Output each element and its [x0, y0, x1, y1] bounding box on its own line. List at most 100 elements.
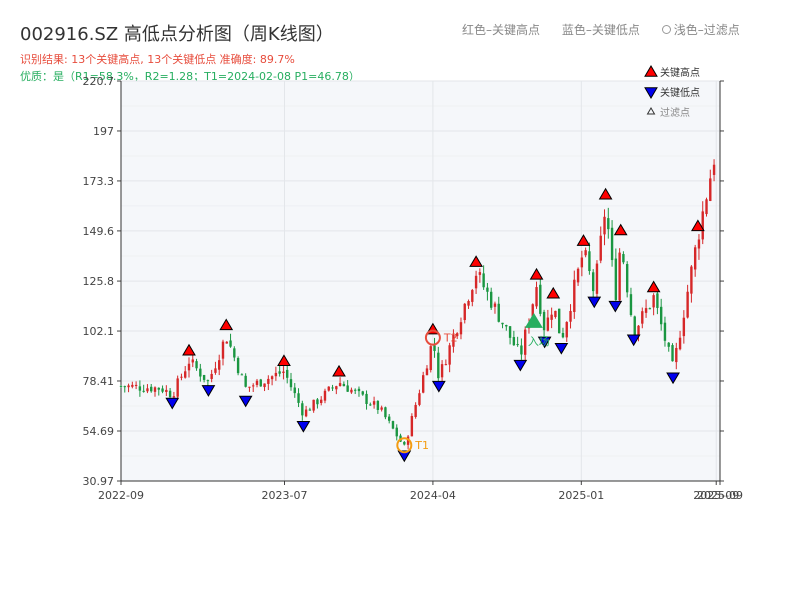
candle-body: [354, 389, 357, 391]
candle-body: [388, 416, 391, 421]
candle-body: [599, 235, 602, 261]
candle-body: [199, 368, 202, 377]
y-tick-label: 102.1: [83, 325, 115, 338]
candle-body: [652, 295, 655, 308]
candle-body: [372, 401, 376, 405]
candle-body: [361, 391, 364, 395]
candle-body: [180, 376, 183, 378]
candle-body: [671, 345, 674, 362]
candle-body: [236, 358, 240, 374]
candle-body: [142, 390, 145, 392]
candle-body: [138, 386, 142, 391]
candle-body: [690, 266, 693, 294]
candle-body: [459, 322, 463, 335]
y-tick-label: 149.6: [83, 225, 115, 238]
candle-body: [301, 403, 304, 416]
candle-body: [297, 393, 300, 403]
candle-body: [516, 344, 519, 346]
candle-body: [176, 378, 179, 397]
y-tick-label: 78.41: [83, 375, 115, 388]
candle-body: [614, 258, 618, 300]
candle-body: [607, 218, 610, 230]
candle-body: [346, 385, 349, 392]
candle-body: [304, 409, 308, 417]
candle-body: [512, 337, 516, 346]
candle-body: [338, 383, 342, 386]
candle-body: [580, 257, 584, 268]
candle-body: [403, 441, 406, 445]
candle-body: [384, 407, 387, 418]
candle-body: [218, 360, 221, 370]
candle-body: [637, 325, 640, 336]
candle-body: [286, 369, 289, 378]
candle-body: [244, 375, 247, 387]
candle-body: [240, 374, 244, 376]
candle-body: [682, 317, 686, 337]
candle-body: [565, 322, 568, 338]
candle-body: [697, 239, 701, 249]
candle-body: [150, 386, 153, 392]
candle-body: [221, 341, 225, 359]
candle-body: [489, 291, 493, 308]
candle-body: [486, 287, 489, 292]
candle-body: [229, 340, 232, 347]
candle-body: [705, 199, 708, 215]
candle-body: [712, 164, 716, 175]
candle-body: [357, 388, 361, 392]
candle-body: [172, 396, 176, 398]
candle-body: [274, 372, 278, 377]
y-tick-label: 125.8: [83, 275, 115, 288]
candle-body: [501, 322, 504, 325]
candle-body: [157, 387, 160, 390]
legend-high-label: 关键高点: [660, 66, 700, 79]
candle-body: [391, 421, 395, 429]
candle-body: [523, 329, 527, 355]
candle-body: [437, 352, 440, 379]
candle-body: [312, 399, 315, 411]
candle-body: [584, 250, 587, 256]
candle-body: [233, 348, 236, 358]
candle-body: [410, 415, 414, 437]
candle-body: [146, 388, 149, 392]
y-tick-label: 173.3: [83, 175, 115, 188]
candle-body: [342, 383, 346, 387]
candle-body: [603, 216, 606, 235]
candle-body: [546, 317, 550, 331]
candle-body: [202, 374, 206, 380]
t2-label: T2: [443, 332, 458, 345]
candle-body: [667, 342, 670, 347]
candle-body: [365, 393, 368, 404]
candle-body: [678, 337, 682, 350]
candle-body: [414, 404, 417, 417]
candle-body: [331, 387, 334, 389]
candle-body: [376, 400, 380, 410]
candle-body: [478, 272, 482, 275]
candle-body: [252, 385, 255, 387]
candle-body: [644, 308, 648, 313]
candle-body: [225, 341, 228, 344]
entry-label: 入场: [528, 334, 550, 348]
y-tick-label: 197: [93, 125, 114, 138]
candle-body: [134, 384, 138, 386]
candle-body: [195, 361, 198, 369]
legend-low-label: 关键低点: [660, 86, 700, 99]
y-tick-label: 220.7: [83, 75, 115, 88]
candle-body: [618, 252, 621, 301]
y-tick-label: 30.97: [83, 475, 115, 488]
candle-body: [709, 178, 712, 202]
candle-body: [187, 363, 191, 371]
candle-body: [550, 314, 553, 320]
candle-body: [557, 308, 561, 334]
candle-body: [429, 346, 432, 371]
legend-high-icon: [644, 65, 658, 77]
candle-body: [610, 227, 614, 261]
candle-body: [323, 390, 327, 401]
candle-body: [595, 263, 599, 294]
candle-body: [493, 303, 497, 307]
candle-body: [675, 347, 678, 363]
candle-body: [633, 316, 636, 336]
candle-body: [539, 284, 542, 314]
candle-body: [270, 376, 274, 380]
candle-body: [395, 427, 398, 437]
candle-body: [278, 371, 281, 374]
